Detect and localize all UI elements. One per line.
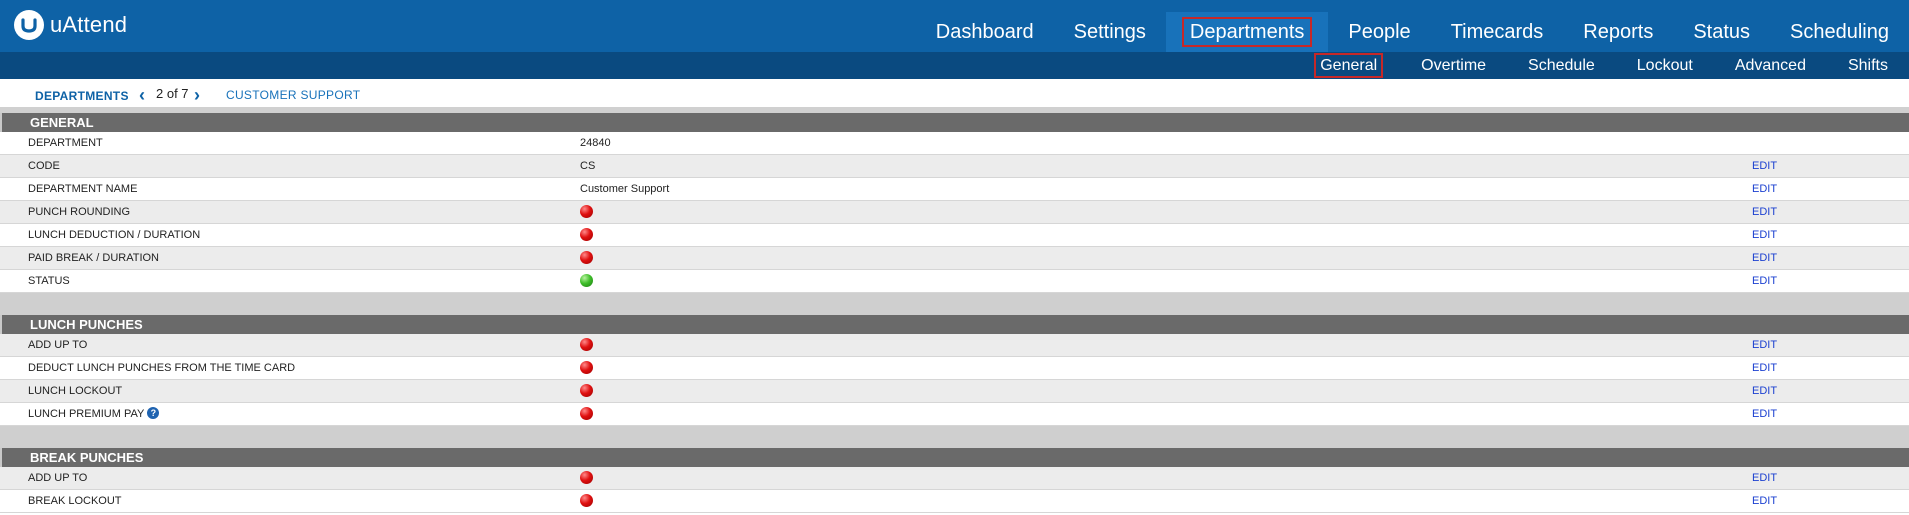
nav-label: People [1348, 21, 1411, 43]
status-off-icon [580, 204, 593, 218]
row-label: PUNCH ROUNDING [28, 206, 131, 218]
table-row: LUNCH LOCKOUT EDIT [0, 380, 1909, 403]
table-row: BREAK LOCKOUT EDIT [0, 490, 1909, 513]
edit-link[interactable]: EDIT [1752, 357, 1777, 379]
row-value: Customer Support [580, 183, 670, 195]
nav-reports[interactable]: Reports [1563, 12, 1673, 52]
edit-link[interactable]: EDIT [1752, 224, 1777, 246]
pager-text: 2 of 7 [156, 86, 189, 101]
nav-label: Departments [1181, 17, 1313, 47]
edit-link[interactable]: EDIT [1752, 380, 1777, 402]
row-label: CODE [28, 160, 60, 172]
table-row: STATUS EDIT [0, 270, 1909, 293]
nav-scheduling[interactable]: Scheduling [1770, 12, 1909, 52]
row-label: DEDUCT LUNCH PUNCHES FROM THE TIME CARD [28, 362, 296, 374]
subnav-label: General [1314, 53, 1384, 78]
main-nav: Dashboard Settings Departments People Ti… [916, 12, 1909, 52]
edit-link[interactable]: EDIT [1752, 247, 1777, 269]
nav-timecards[interactable]: Timecards [1431, 12, 1564, 52]
nav-departments[interactable]: Departments [1165, 12, 1329, 52]
nav-label: Status [1693, 21, 1751, 43]
table-row: ADD UP TO EDIT [0, 334, 1909, 357]
table-row: ADD UP TO EDIT [0, 467, 1909, 490]
row-label: LUNCH DEDUCTION / DURATION [28, 229, 201, 241]
u-logo-icon [14, 10, 44, 40]
settings-content: GENERAL DEPARTMENT 24840 CODE CS EDIT DE… [0, 113, 1909, 513]
edit-link[interactable]: EDIT [1752, 178, 1777, 200]
top-bar: uAttend Dashboard Settings Departments P… [0, 0, 1909, 52]
table-row: LUNCH DEDUCTION / DURATION EDIT [0, 224, 1909, 247]
subnav-schedule[interactable]: Schedule [1507, 52, 1616, 79]
brand-logo[interactable]: uAttend [14, 10, 127, 40]
breadcrumb-current[interactable]: CUSTOMER SUPPORT [226, 88, 360, 102]
nav-label: Reports [1583, 21, 1654, 43]
nav-label: Scheduling [1790, 21, 1889, 43]
status-off-icon [580, 360, 593, 374]
nav-people[interactable]: People [1328, 12, 1430, 52]
edit-link[interactable]: EDIT [1752, 403, 1777, 425]
row-label: PAID BREAK / DURATION [28, 252, 160, 264]
table-row: DEPARTMENT 24840 [0, 132, 1909, 155]
sub-nav: General Overtime Schedule Lockout Advanc… [1297, 52, 1909, 79]
table-row: DEDUCT LUNCH PUNCHES FROM THE TIME CARD … [0, 357, 1909, 380]
row-label: BREAK LOCKOUT [28, 495, 122, 507]
subnav-shifts[interactable]: Shifts [1827, 52, 1909, 79]
section-spacer [0, 426, 1909, 448]
nav-settings[interactable]: Settings [1054, 12, 1166, 52]
section-spacer [0, 293, 1909, 315]
status-off-icon [580, 383, 593, 397]
row-label: DEPARTMENT [28, 137, 103, 149]
table-row: PUNCH ROUNDING EDIT [0, 201, 1909, 224]
section-header-general: GENERAL [0, 113, 1909, 132]
section-header-lunch-punches: LUNCH PUNCHES [0, 315, 1909, 334]
row-label-with-help: LUNCH PREMIUM PAY? [28, 403, 160, 425]
status-off-icon [580, 250, 593, 264]
row-label: DEPARTMENT NAME [28, 183, 138, 195]
table-row: CODE CS EDIT [0, 155, 1909, 178]
row-label: STATUS [28, 275, 70, 287]
subnav-label: Overtime [1421, 57, 1487, 74]
table-row: PAID BREAK / DURATION EDIT [0, 247, 1909, 270]
edit-link[interactable]: EDIT [1752, 467, 1777, 489]
nav-label: Settings [1073, 21, 1146, 43]
row-value: 24840 [580, 137, 611, 149]
edit-link[interactable]: EDIT [1752, 334, 1777, 356]
section-header-break-punches: BREAK PUNCHES [0, 448, 1909, 467]
row-label: LUNCH PREMIUM PAY [28, 408, 145, 420]
subnav-overtime[interactable]: Overtime [1400, 52, 1507, 79]
edit-link[interactable]: EDIT [1752, 201, 1777, 223]
help-icon[interactable]: ? [147, 406, 160, 419]
table-row: LUNCH PREMIUM PAY? EDIT [0, 403, 1909, 426]
row-value: CS [580, 160, 596, 172]
sub-nav-bar: General Overtime Schedule Lockout Advanc… [0, 52, 1909, 79]
subnav-label: Schedule [1528, 57, 1595, 74]
nav-status[interactable]: Status [1673, 12, 1770, 52]
row-label: LUNCH LOCKOUT [28, 385, 123, 397]
subnav-label: Advanced [1734, 57, 1806, 74]
brand-name: uAttend [50, 12, 128, 37]
subnav-lockout[interactable]: Lockout [1616, 52, 1714, 79]
edit-link[interactable]: EDIT [1752, 155, 1777, 177]
chevron-left-icon[interactable]: ‹ [139, 85, 145, 106]
table-row: DEPARTMENT NAME Customer Support EDIT [0, 178, 1909, 201]
subnav-advanced[interactable]: Advanced [1714, 52, 1827, 79]
status-off-icon [580, 227, 593, 241]
nav-label: Dashboard [935, 21, 1034, 43]
nav-dashboard[interactable]: Dashboard [916, 12, 1054, 52]
edit-link[interactable]: EDIT [1752, 490, 1777, 512]
status-on-icon [580, 273, 593, 287]
row-label: ADD UP TO [28, 339, 88, 351]
row-label: ADD UP TO [28, 472, 88, 484]
edit-link[interactable]: EDIT [1752, 270, 1777, 292]
breadcrumb-section[interactable]: DEPARTMENTS [35, 89, 129, 103]
status-off-icon [580, 470, 593, 484]
status-off-icon [580, 493, 593, 507]
chevron-right-icon[interactable]: › [194, 85, 200, 106]
subnav-general[interactable]: General [1297, 52, 1400, 79]
status-off-icon [580, 337, 593, 351]
nav-label: Timecards [1450, 21, 1544, 43]
status-off-icon [580, 406, 593, 420]
subnav-label: Shifts [1847, 57, 1888, 74]
subnav-label: Lockout [1636, 57, 1693, 74]
